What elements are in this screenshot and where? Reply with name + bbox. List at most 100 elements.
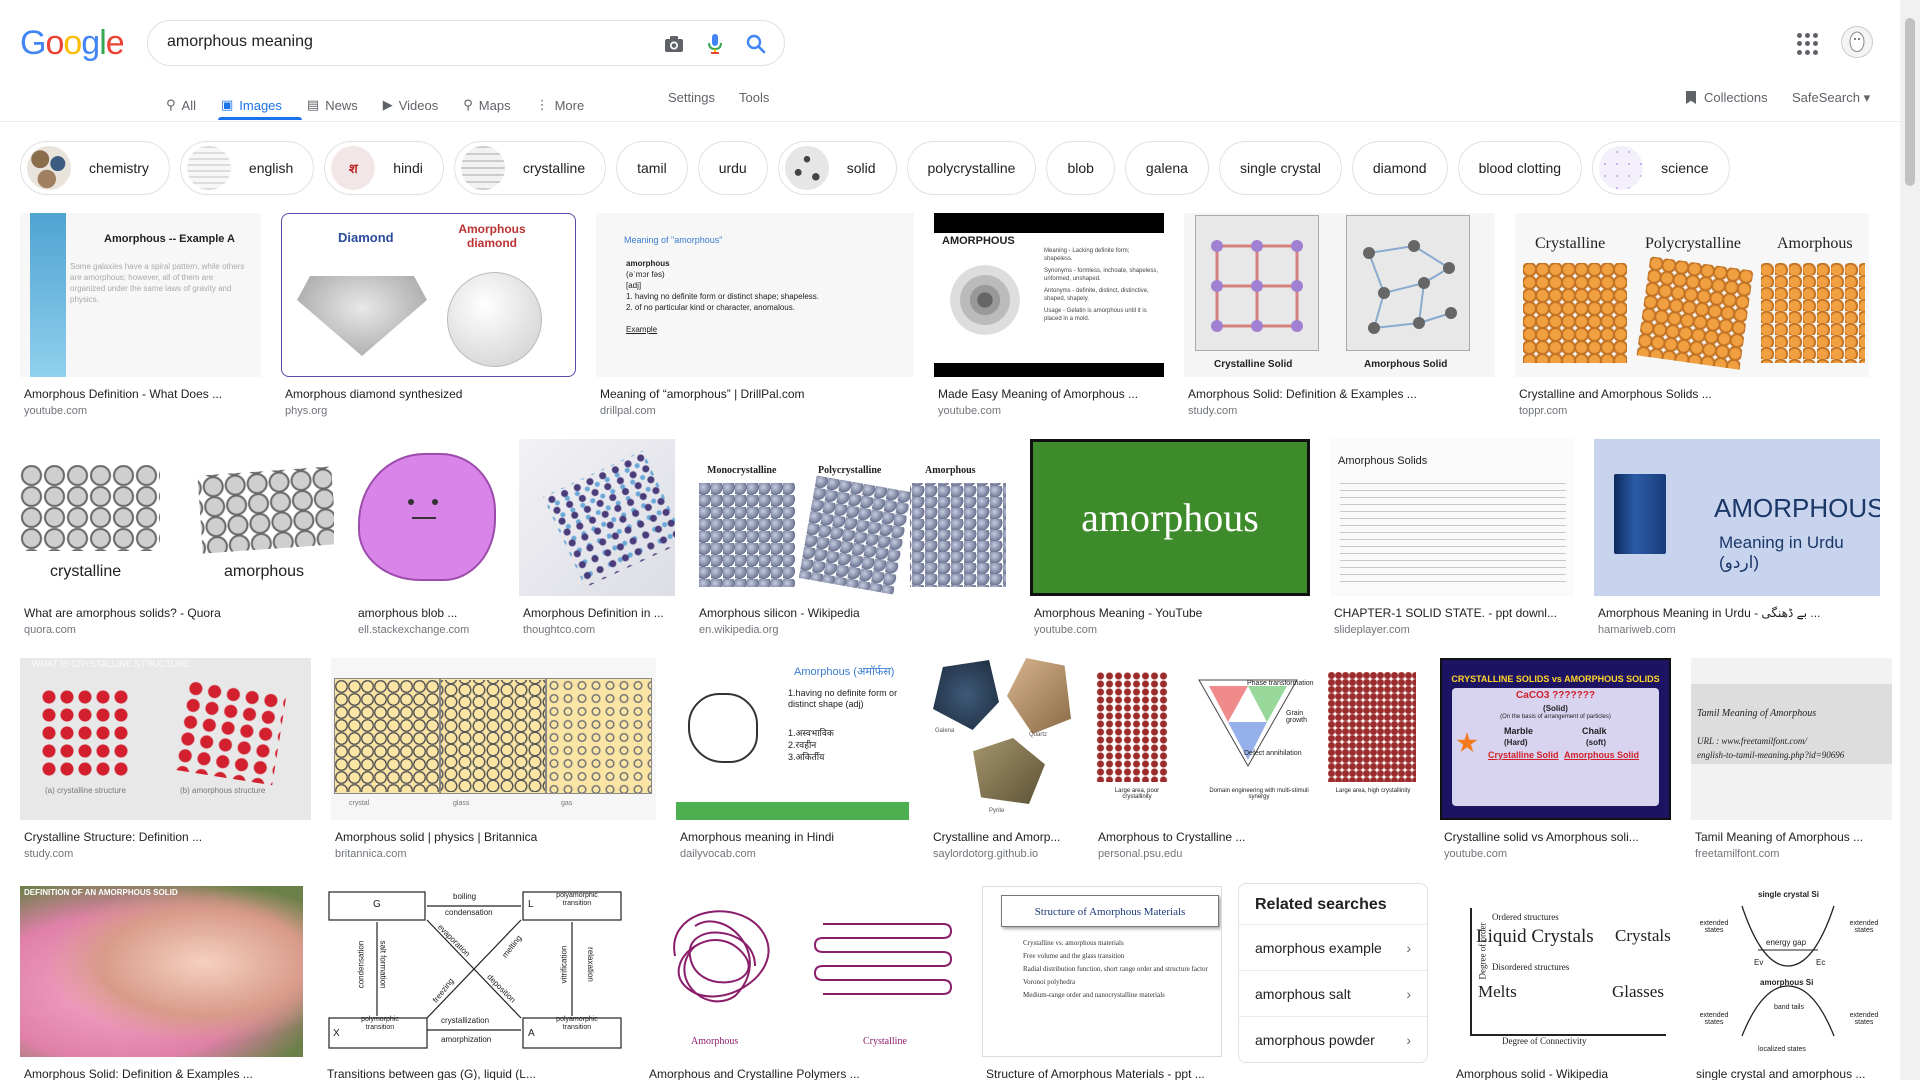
chip-label: chemistry [89,160,149,176]
thumbnail-label: Degree of Connectivity [1502,1036,1587,1046]
chip-crystalline[interactable]: crystalline [453,141,607,195]
image-result[interactable]: WHAT IS CRYSTALLINE STRUCTURE (a) crysta… [20,658,311,860]
result-caption: Amorphous Definition - What Does ... [24,387,223,401]
thumbnail-label: Amorphous [925,465,976,476]
result-caption: Transitions between gas (G), liquid (L..… [327,1067,536,1080]
image-result[interactable]: amorphous Amorphous Meaning - YouTube yo… [1030,439,1310,636]
page-scrollbar[interactable] [1900,0,1920,1080]
chip-hindi[interactable]: श hindi [324,141,444,195]
chip-english[interactable]: english [179,141,315,195]
safesearch-label: SafeSearch [1792,90,1860,105]
chip-label: science [1661,160,1709,176]
result-thumbnail: Degree of order Degree of Connectivity O… [1452,886,1672,1057]
avatar[interactable] [1841,26,1873,58]
chip-thumbnail [1599,146,1644,190]
related-search-item[interactable]: amorphous salt › [1239,970,1427,1016]
safesearch-menu[interactable]: SafeSearch ▾ [1792,90,1870,106]
result-caption: Meaning of “amorphous” | DrillPal.com [600,387,805,401]
thumbnail-label: gas [561,800,573,807]
tools-link[interactable]: Tools [739,90,769,105]
search-input[interactable] [167,33,637,51]
image-row: crystalline amorphous What are amorphous… [20,439,1880,636]
image-result[interactable]: CRYSTALLINE SOLIDS vs AMORPHOUS SOLIDS C… [1440,658,1671,860]
image-result[interactable]: Structure of Amorphous Materials Crystal… [982,886,1222,1080]
image-result[interactable]: crystal glass gas Amorphous solid | phys… [331,658,656,860]
google-logo[interactable]: Google [20,24,125,63]
settings-link[interactable]: Settings [668,90,715,105]
related-search-label: amorphous powder [1255,1031,1375,1048]
image-result[interactable]: AMORPHOUS Meaning - Lacking definite for… [934,213,1164,417]
image-result[interactable]: Diamond Amorphous diamond Amorphous diam… [281,213,576,417]
result-source: quora.com [24,624,76,636]
thumbnail-label: polyamorphic transition [556,892,598,907]
search-icon[interactable] [745,33,767,55]
chip-urdu[interactable]: urdu [697,141,768,195]
image-result[interactable]: Crystalline Polycrystalline Amorphous Cr… [1515,213,1869,417]
image-result[interactable]: Amorphous -- Example A Some galaxies hav… [20,213,261,417]
thumbnail-label: crystalline [50,563,122,580]
tab-news[interactable]: ▤ News [307,97,358,113]
image-result[interactable]: Amorphous (अमॉर्फस) 1.having no definite… [676,658,909,860]
image-result[interactable]: G L X A boiling condensation polyamorphi… [323,886,625,1080]
chip-label: hindi [393,160,423,176]
chip-blood-clotting[interactable]: blood clotting [1457,141,1583,195]
thumbnail-label: crystallization [441,1016,490,1025]
thumbnail-label: vitrification [559,945,569,984]
related-search-item[interactable]: amorphous powder › [1239,1016,1427,1062]
thumbnail-label: (a) crystalline structure [45,786,126,795]
tab-images[interactable]: ▣ Images [221,97,282,113]
thumbnail-line: Radial distribution function, short rang… [1023,965,1208,973]
image-result[interactable]: AMORPHOUS Meaning in Urdu (اردو) Amorpho… [1594,439,1880,636]
chip-single-crystal[interactable]: single crystal [1218,141,1342,195]
result-caption: Amorphous Meaning - YouTube [1034,606,1203,620]
image-result[interactable]: single crystal Si extended states energy… [1692,886,1884,1080]
image-result[interactable]: Monocrystalline Polycrystalline Amorphou… [695,439,1010,636]
image-row: WHAT IS CRYSTALLINE STRUCTURE (a) crysta… [20,658,1892,860]
apps-grid-icon[interactable] [1797,33,1819,55]
chip-solid[interactable]: solid [777,141,897,195]
chip-blob[interactable]: blob [1046,141,1115,195]
thumbnail-label: Liquid Crystals [1476,926,1594,947]
tab-label: News [325,97,358,113]
chip-tamil[interactable]: tamil [616,141,688,195]
result-thumbnail: AMORPHOUS Meaning - Lacking definite for… [934,213,1164,377]
thumbnail-text: 1.having no definite form or distinct sh… [788,688,898,709]
logo-letter: o [63,24,82,62]
thumbnail-label: Galena [935,728,955,734]
thumbnail-text: (Hard) [1504,738,1528,747]
tab-maps[interactable]: ⚲ Maps [463,97,510,113]
image-result[interactable]: crystalline amorphous What are amorphous… [20,439,334,636]
image-result[interactable]: Degree of order Degree of Connectivity O… [1452,886,1672,1080]
image-result[interactable]: Amorphous Solids CHAPTER-1 SOLID STATE. … [1330,439,1574,636]
camera-icon[interactable] [663,33,685,55]
related-search-item[interactable]: amorphous example › [1239,924,1427,970]
chip-galena[interactable]: galena [1124,141,1209,195]
tab-more[interactable]: ⋮ More [536,97,585,113]
image-result[interactable]: Tamil Meaning of Amorphous URL : www.fre… [1691,658,1892,860]
image-result[interactable]: DEFINITION OF AN AMORPHOUS SOLID Amorpho… [20,886,303,1080]
image-result[interactable]: Phase transformation Grain growth Defect… [1094,658,1420,860]
collections-link[interactable]: Collections [1686,90,1768,105]
result-caption: Amorphous Definition in ... [523,606,664,620]
image-result[interactable]: Amorphous Definition in ... thoughtco.co… [519,439,675,636]
chip-diamond[interactable]: diamond [1351,141,1448,195]
thumbnail-text: amorphous [626,259,670,268]
thumbnail-line: Usage - Gelatin is amorphous until it is… [1044,308,1147,322]
chip-polycrystalline[interactable]: polycrystalline [906,141,1037,195]
thumbnail-text: Chalk [1582,726,1607,736]
result-source: hamariweb.com [1598,624,1676,636]
result-thumbnail: Meaning of "amorphous" amorphous (əˈmɔr … [596,213,914,377]
tab-all[interactable]: ⚲ All [166,97,196,113]
image-result[interactable]: Amorphous Crystalline Amorphous and Crys… [645,886,962,1080]
image-result[interactable]: Crystalline Solid Amorphous Solid Amorph… [1184,213,1495,417]
tab-videos[interactable]: ▶ Videos [383,97,439,113]
scrollbar-thumb[interactable] [1905,18,1915,186]
image-result[interactable]: amorphous blob ... ell.stackexchange.com [354,439,499,636]
thumbnail-title: CRYSTALLINE SOLIDS vs AMORPHOUS SOLIDS [1451,674,1660,684]
result-caption: Amorphous diamond synthesized [285,387,463,401]
chip-science[interactable]: science [1592,141,1730,195]
image-result[interactable]: Meaning of "amorphous" amorphous (əˈmɔr … [596,213,914,417]
mic-icon[interactable] [704,33,726,55]
image-result[interactable]: Galena Quartz Pyrite Crystalline and Amo… [929,658,1074,860]
chip-chemistry[interactable]: chemistry [20,141,170,195]
